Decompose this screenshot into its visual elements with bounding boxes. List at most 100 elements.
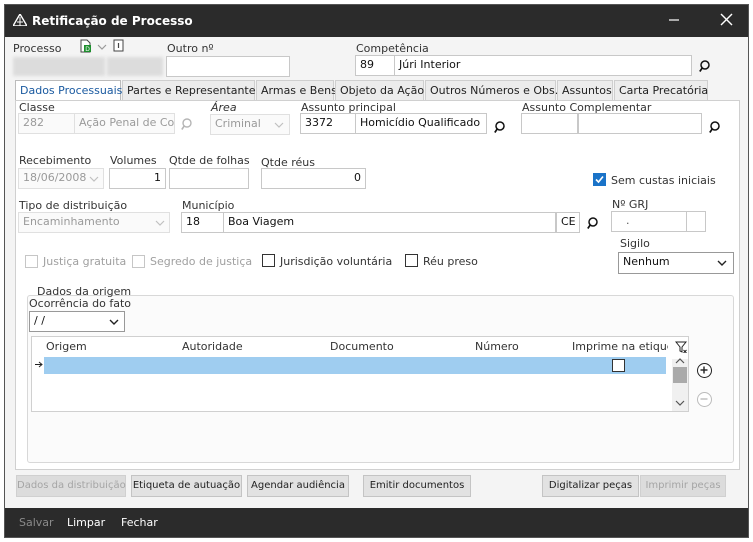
minimize-button[interactable] [659, 9, 689, 33]
recebimento-label: Recebimento [19, 154, 92, 167]
qtde-folhas-field[interactable] [169, 168, 249, 189]
minimize-icon [669, 19, 679, 21]
grj-digit-field[interactable] [686, 211, 706, 232]
new-document-icon[interactable]: D [79, 39, 93, 53]
assunto-complementar-code-field[interactable] [521, 113, 578, 134]
tab-dados-processuais[interactable]: Dados Processuais [15, 80, 123, 101]
jurisdicao-voluntaria-label: Jurisdição voluntária [280, 255, 393, 268]
jurisdicao-voluntaria-checkbox[interactable] [262, 254, 275, 267]
scroll-thumb[interactable] [673, 367, 687, 383]
competencia-name-field[interactable]: Júri Interior [394, 55, 692, 76]
dados-distribuicao-button[interactable]: Dados da distribuição [16, 475, 126, 497]
tab-label: Partes e Representantes [127, 84, 262, 97]
municipio-code-field[interactable]: 18 [181, 212, 224, 233]
svg-text:D: D [85, 46, 90, 53]
assunto-principal-name-field[interactable]: Homicídio Qualificado [355, 113, 487, 134]
classe-search-icon[interactable] [181, 117, 195, 131]
municipio-name-field[interactable]: Boa Viagem [223, 212, 556, 233]
imprimir-pecas-button[interactable]: Imprimir peças [640, 475, 726, 497]
recebimento-chevron-down-icon [89, 176, 99, 182]
competencia-code-field[interactable]: 89 [355, 55, 395, 76]
qtde-folhas-label: Qtde de folhas [169, 154, 250, 167]
title-bar: Retificação de Processo [5, 5, 748, 37]
origem-table: Origem Autoridade Documento Número Impri… [31, 336, 689, 412]
assunto-principal-code-field[interactable]: 3372 [300, 113, 356, 134]
justica-gratuita-checkbox[interactable] [25, 255, 38, 268]
sem-custas-checkbox[interactable] [593, 173, 606, 186]
grj-label: Nº GRJ [612, 198, 649, 211]
tipo-distribuicao-chevron-down-icon [155, 220, 165, 226]
area-label: Área [211, 101, 237, 114]
processo-suffix-field[interactable] [107, 57, 163, 76]
processo-label: Processo [13, 42, 62, 55]
limpar-button[interactable]: Limpar [67, 516, 105, 529]
info-document-icon[interactable] [113, 39, 125, 52]
window: Retificação de Processo Processo D Outro… [4, 4, 749, 538]
tab-partes-representantes[interactable]: Partes e Representantes [122, 80, 261, 100]
row-pointer-icon [35, 361, 43, 368]
bottom-action-bar: Salvar Limpar Fechar [5, 508, 748, 537]
tab-label: Dados Processuais [20, 84, 123, 97]
tipo-distribuicao-select[interactable]: Encaminhamento [18, 212, 170, 233]
minus-icon [700, 398, 708, 400]
agendar-audiencia-button[interactable]: Agendar audiência [247, 475, 349, 497]
assunto-complementar-search-icon[interactable] [709, 120, 723, 134]
municipio-label: Município [182, 199, 235, 212]
close-button[interactable] [711, 9, 741, 33]
filter-icon[interactable] [675, 341, 687, 353]
reu-preso-checkbox[interactable] [405, 254, 418, 267]
sem-custas-label: Sem custas iniciais [611, 174, 716, 187]
classe-code-field[interactable]: 282 [18, 113, 75, 134]
reu-preso-label: Réu preso [423, 255, 478, 268]
tab-outros-numeros[interactable]: Outros Números e Obs. [425, 80, 558, 100]
tab-assuntos[interactable]: Assuntos [557, 80, 613, 100]
assunto-complementar-name-field[interactable] [578, 113, 702, 134]
digitalizar-pecas-button[interactable]: Digitalizar peças [542, 475, 639, 497]
etiqueta-autuacao-button[interactable]: Etiqueta de autuação [131, 475, 242, 497]
tab-armas-bens[interactable]: Armas e Bens [256, 80, 337, 100]
municipio-search-icon[interactable] [587, 216, 601, 230]
emitir-documentos-button[interactable]: Emitir documentos [363, 475, 471, 497]
table-row[interactable] [44, 357, 666, 374]
app-logo-icon [13, 14, 27, 26]
volumes-field[interactable]: 1 [109, 168, 166, 189]
grj-field[interactable]: . [611, 211, 687, 232]
tab-objeto-acao[interactable]: Objeto da Ação [335, 80, 424, 100]
close-icon [720, 13, 732, 26]
competencia-label: Competência [356, 42, 429, 55]
volumes-label: Volumes [110, 154, 157, 167]
window-title: Retificação de Processo [32, 14, 193, 28]
outro-numero-label: Outro nº [167, 42, 214, 55]
ocorrencia-chevron-down-icon [109, 319, 119, 325]
segredo-justica-label: Segredo de justiça [150, 255, 253, 268]
col-numero: Número [475, 340, 519, 353]
salvar-button[interactable]: Salvar [19, 516, 54, 529]
sigilo-label: Sigilo [620, 237, 650, 250]
remove-origem-button[interactable] [697, 392, 712, 407]
municipio-uf-field[interactable]: CE [556, 212, 580, 233]
ocorrencia-label: Ocorrência do fato [29, 297, 131, 310]
segredo-justica-checkbox[interactable] [132, 255, 145, 268]
col-origem: Origem [46, 340, 87, 353]
check-icon [595, 175, 604, 184]
scroll-down-icon[interactable] [675, 399, 685, 407]
justica-gratuita-label: Justiça gratuita [43, 255, 127, 268]
outro-numero-field[interactable] [166, 56, 290, 77]
plus-icon [700, 366, 708, 374]
processo-number-field[interactable] [13, 57, 105, 76]
tab-carta-precatoria[interactable]: Carta Precatória [614, 80, 708, 100]
chevron-down-icon[interactable] [97, 43, 107, 51]
imprime-etiqueta-checkbox[interactable] [612, 359, 625, 372]
area-chevron-down-icon [274, 122, 284, 128]
qtde-reus-field[interactable]: 0 [261, 168, 366, 189]
col-documento: Documento [330, 340, 394, 353]
fechar-button[interactable]: Fechar [121, 516, 158, 529]
competencia-search-icon[interactable] [699, 59, 713, 73]
sigilo-chevron-down-icon [717, 260, 727, 266]
add-origem-button[interactable] [697, 363, 712, 378]
tab-label: Armas e Bens [261, 84, 337, 97]
table-scrollbar[interactable] [672, 357, 688, 411]
assunto-principal-search-icon[interactable] [494, 120, 508, 134]
classe-name-field[interactable]: Ação Penal de Com [74, 113, 175, 134]
scroll-up-icon[interactable] [675, 357, 685, 365]
